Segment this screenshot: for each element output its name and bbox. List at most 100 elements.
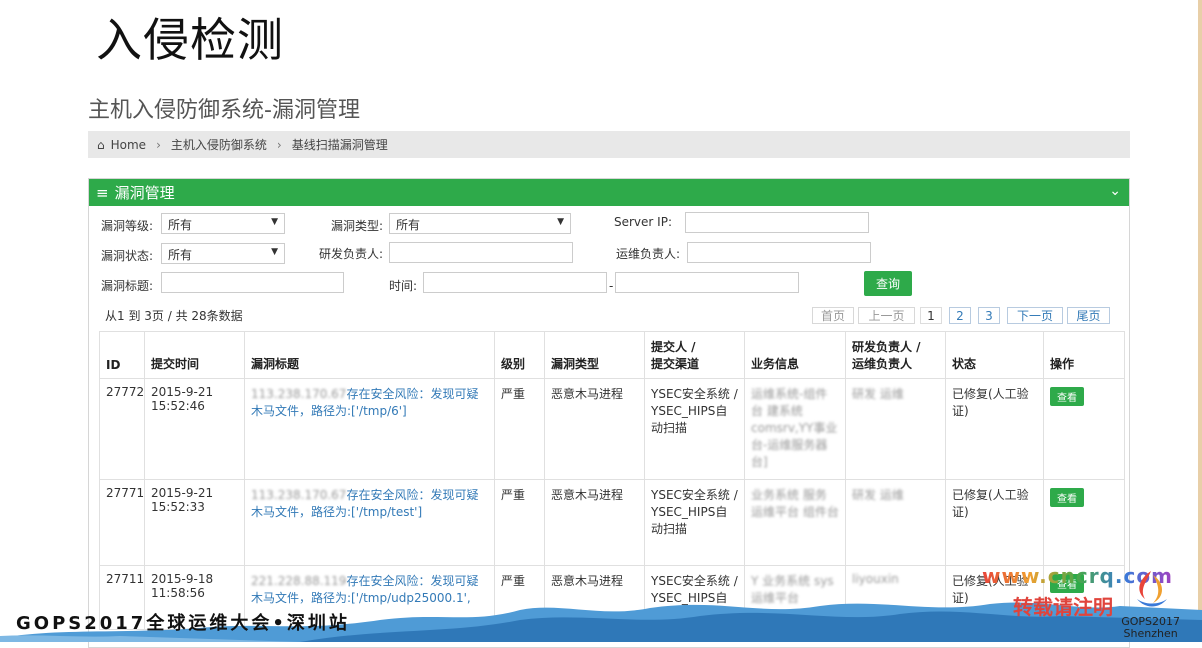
dropdown-arrow-icon: ▼	[557, 217, 564, 227]
dev-owner-input[interactable]	[389, 242, 573, 263]
time-end-input[interactable]	[615, 272, 799, 293]
dev-owner-label: 研发负责人:	[319, 247, 384, 261]
status-filter-select[interactable]: 所有 ▼	[161, 243, 285, 264]
col-time[interactable]: 提交时间	[144, 331, 245, 379]
breadcrumb-level2: 基线扫描漏洞管理	[291, 138, 388, 152]
vulnerability-panel: ≡ 漏洞管理 ⌄ 漏洞等级: 所有 ▼ 漏洞类型: 所有 ▼ Server IP: …	[88, 178, 1130, 648]
dropdown-arrow-icon: ▼	[271, 217, 278, 227]
slide-edge	[1198, 0, 1202, 642]
cell-business: 运维系统-组件台 建系统 comsrv,YY事业 台-运维服务器 台]	[744, 378, 846, 480]
home-icon: ⌂	[97, 137, 105, 152]
redacted-ip: 221.228.88.119	[251, 574, 347, 588]
col-owner[interactable]: 研发负责人 / 运维负责人	[845, 331, 946, 379]
cell-owners: 研发 运维	[845, 378, 946, 480]
breadcrumb-separator: ›	[276, 137, 282, 152]
type-filter-select[interactable]: 所有 ▼	[389, 213, 571, 234]
col-owner-line1: 研发负责人 /	[852, 340, 921, 354]
vuln-title-link[interactable]: 113.238.170.67存在安全风险：发现可疑木马文件，路径为:['/tmp…	[251, 488, 478, 519]
cell-date: 2015-9-18	[151, 572, 214, 586]
col-submitter-line2: 提交渠道	[651, 357, 700, 371]
col-submitter[interactable]: 提交人 / 提交渠道	[644, 331, 745, 379]
vuln-title-link[interactable]: 113.238.170.67存在安全风险：发现可疑木马文件，路径为:['/tmp…	[251, 387, 478, 418]
watermark-note: 转载请注明	[1013, 595, 1113, 619]
time-separator: -	[609, 279, 614, 293]
vulnerability-table: ID 提交时间 漏洞标题 级别 漏洞类型 提交人 / 提交渠道 业务信息 研发负责…	[99, 331, 1125, 630]
col-type[interactable]: 漏洞类型	[544, 331, 645, 379]
pager-next[interactable]: 下一页	[1007, 307, 1063, 324]
cell-title: 113.238.170.67存在安全风险：发现可疑木马文件，路径为:['/tmp…	[244, 479, 495, 566]
brand-line2: Shenzhen	[1123, 627, 1178, 640]
title-filter-label: 漏洞标题:	[101, 279, 154, 293]
dropdown-arrow-icon: ▼	[271, 247, 278, 257]
type-filter-value: 所有	[396, 218, 421, 232]
level-filter-label: 漏洞等级:	[101, 219, 154, 233]
view-button[interactable]: 查看	[1050, 488, 1084, 507]
cell-owners: 研发 运维	[845, 479, 946, 566]
view-button[interactable]: 查看	[1050, 387, 1084, 406]
cell-submitter: YSEC安全系统 / YSEC_HIPS自动扫描	[644, 378, 745, 480]
page-title: 主机入侵防御系统-漏洞管理	[88, 98, 360, 123]
level-filter-value: 所有	[168, 218, 193, 232]
col-status[interactable]: 状态	[945, 331, 1044, 379]
col-level[interactable]: 级别	[494, 331, 545, 379]
cell-id: 27771	[99, 479, 145, 566]
pager-page-2[interactable]: 2	[949, 307, 971, 324]
type-filter-label: 漏洞类型:	[331, 219, 384, 233]
col-action: 操作	[1043, 331, 1125, 379]
search-button[interactable]: 查询	[864, 271, 912, 296]
col-business[interactable]: 业务信息	[744, 331, 846, 379]
col-id[interactable]: ID	[99, 331, 145, 379]
server-ip-label: Server IP:	[614, 215, 672, 229]
cell-date: 2015-9-21	[151, 486, 214, 500]
time-filter-label: 时间:	[389, 279, 418, 293]
col-submitter-line1: 提交人 /	[651, 340, 696, 354]
breadcrumb-level1[interactable]: 主机入侵防御系统	[171, 136, 267, 153]
cell-level: 严重	[494, 479, 545, 566]
gops-brand: GOPS2017 Shenzhen	[1121, 569, 1180, 640]
cell-action: 查看	[1043, 378, 1125, 480]
cell-submitter: YSEC安全系统 / YSEC_HIPS自动扫描	[644, 479, 745, 566]
level-filter-select[interactable]: 所有 ▼	[161, 213, 285, 234]
table-row: 27772 2015-9-21 15:52:46 113.238.170.67存在…	[99, 378, 1125, 480]
ops-owner-input[interactable]	[687, 242, 871, 263]
table-header-row: ID 提交时间 漏洞标题 级别 漏洞类型 提交人 / 提交渠道 业务信息 研发负责…	[99, 331, 1125, 379]
time-start-input[interactable]	[423, 272, 607, 293]
cell-action: 查看	[1043, 479, 1125, 566]
gops-logo-icon	[1136, 571, 1167, 607]
cell-clock: 15:52:33	[151, 500, 205, 514]
redacted-ip: 113.238.170.67	[251, 387, 347, 401]
cell-level: 严重	[494, 378, 545, 480]
server-ip-input[interactable]	[685, 212, 869, 233]
table-row: 27771 2015-9-21 15:52:33 113.238.170.67存在…	[99, 479, 1125, 566]
col-title[interactable]: 漏洞标题	[244, 331, 495, 379]
result-summary: 从1 到 3页 / 共 28条数据	[105, 309, 243, 323]
panel-header: ≡ 漏洞管理 ⌄	[89, 179, 1129, 206]
cell-title: 113.238.170.67存在安全风险：发现可疑木马文件，路径为:['/tmp…	[244, 378, 495, 480]
cell-clock: 15:52:46	[151, 399, 205, 413]
pager-page-3[interactable]: 3	[978, 307, 1000, 324]
col-owner-line2: 运维负责人	[852, 357, 913, 371]
title-filter-input[interactable]	[161, 272, 344, 293]
panel-title: 漏洞管理	[114, 184, 175, 202]
status-filter-value: 所有	[168, 248, 193, 262]
menu-icon: ≡	[96, 183, 109, 202]
cell-business: 业务系统 服务 运维平台 组件台	[744, 479, 846, 566]
event-footer-text: GOPS2017全球运维大会•深圳站	[16, 613, 350, 634]
cell-date: 2015-9-21	[151, 385, 214, 399]
breadcrumb: ⌂ Home › 主机入侵防御系统 › 基线扫描漏洞管理	[88, 131, 1130, 158]
status-filter-label: 漏洞状态:	[101, 249, 154, 263]
breadcrumb-home[interactable]: Home	[111, 138, 146, 152]
pager-page-1[interactable]: 1	[920, 307, 942, 324]
cell-status: 已修复(人工验证)	[945, 479, 1044, 566]
cell-status: 已修复(人工验证)	[945, 378, 1044, 480]
cell-type: 恶意木马进程	[544, 479, 645, 566]
ops-owner-label: 运维负责人:	[616, 247, 681, 261]
collapse-chevron-icon[interactable]: ⌄	[1109, 183, 1121, 199]
breadcrumb-separator: ›	[156, 137, 161, 152]
pager-last[interactable]: 尾页	[1067, 307, 1110, 324]
pager-first[interactable]: 首页	[812, 307, 854, 324]
cell-time: 2015-9-21 15:52:46	[144, 378, 245, 480]
cell-time: 2015-9-21 15:52:33	[144, 479, 245, 566]
pager-prev[interactable]: 上一页	[858, 307, 915, 324]
redacted-ip: 113.238.170.67	[251, 488, 347, 502]
